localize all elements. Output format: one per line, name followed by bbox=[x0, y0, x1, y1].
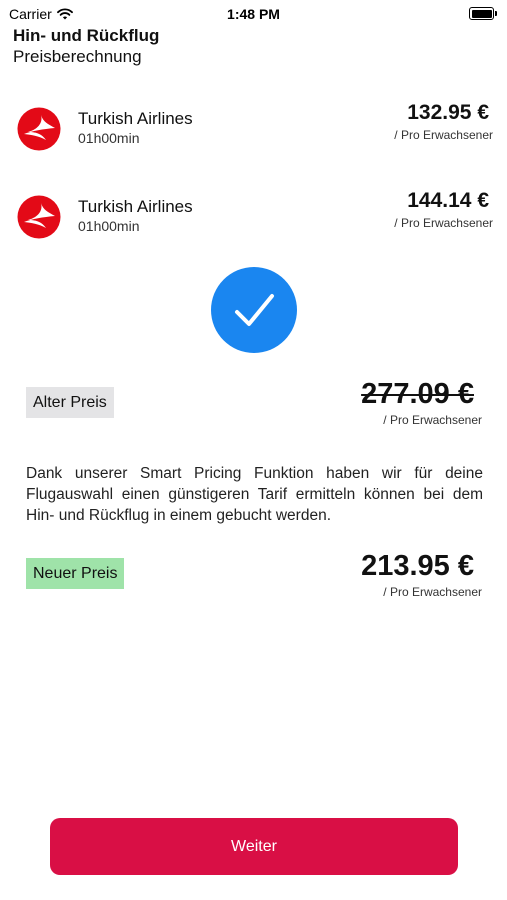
airline-name: Turkish Airlines bbox=[78, 197, 193, 216]
continue-button[interactable]: Weiter bbox=[50, 818, 458, 875]
flight-price: 144.14 € bbox=[407, 189, 489, 212]
turkish-airlines-logo bbox=[17, 107, 61, 151]
price-per-adult: / Pro Erwachsener bbox=[394, 128, 493, 142]
flight-price: 132.95 € bbox=[407, 101, 489, 124]
airline-name: Turkish Airlines bbox=[78, 109, 193, 128]
turkish-airlines-logo bbox=[17, 195, 61, 239]
page-subtitle: Preisberechnung bbox=[13, 47, 142, 66]
smart-pricing-info: Dank unserer Smart Pricing Funktion habe… bbox=[26, 465, 483, 524]
battery-icon bbox=[469, 7, 498, 20]
flight-duration: 01h00min bbox=[78, 130, 140, 146]
page-title: Hin- und Rückflug bbox=[13, 26, 160, 45]
status-bar: Carrier 1:48 PM bbox=[0, 0, 507, 26]
old-price-value: 277.09 € bbox=[361, 378, 474, 410]
old-price-badge: Alter Preis bbox=[26, 387, 114, 418]
flight-duration: 01h00min bbox=[78, 218, 140, 234]
new-price-badge: Neuer Preis bbox=[26, 558, 125, 589]
new-price-value: 213.95 € bbox=[361, 550, 474, 582]
price-per-adult: / Pro Erwachsener bbox=[394, 216, 493, 230]
flight-row-return: Turkish Airlines 01h00min 144.14 € / Pro… bbox=[0, 189, 507, 255]
flight-row-outbound: Turkish Airlines 01h00min 132.95 € / Pro… bbox=[0, 101, 507, 167]
status-time: 1:48 PM bbox=[227, 6, 280, 22]
new-price-per-adult: / Pro Erwachsener bbox=[383, 585, 482, 599]
checkmark-icon bbox=[211, 267, 297, 353]
old-price-per-adult: / Pro Erwachsener bbox=[383, 413, 482, 427]
